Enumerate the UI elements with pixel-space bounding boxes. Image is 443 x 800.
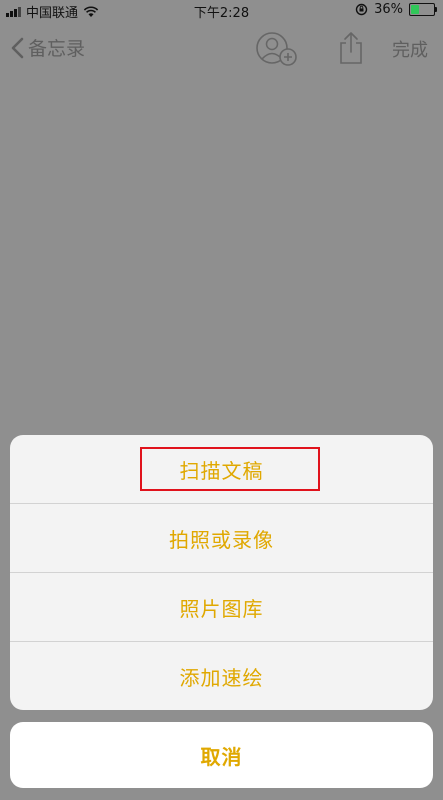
photo-library-option[interactable]: 照片图库 bbox=[10, 572, 433, 641]
status-bar: 中国联通 下午2:28 36% bbox=[0, 0, 443, 21]
battery-percent: 36% bbox=[374, 2, 403, 17]
nav-bar: 备忘录 完成 bbox=[0, 22, 443, 74]
highlight-box bbox=[140, 447, 320, 491]
done-button[interactable]: 完成 bbox=[392, 36, 428, 62]
action-sheet: 扫描文稿 拍照或录像 照片图库 添加速绘 bbox=[10, 435, 433, 710]
battery-icon bbox=[409, 3, 437, 16]
take-photo-video-option[interactable]: 拍照或录像 bbox=[10, 503, 433, 572]
cancel-button[interactable]: 取消 bbox=[10, 722, 433, 788]
photo-library-label: 照片图库 bbox=[179, 596, 264, 621]
chevron-left-icon bbox=[11, 37, 24, 58]
orientation-lock-icon bbox=[355, 3, 368, 16]
add-sketch-label: 添加速绘 bbox=[179, 665, 264, 690]
back-button[interactable]: 备忘录 bbox=[10, 34, 85, 61]
cancel-label: 取消 bbox=[200, 744, 243, 769]
share-icon bbox=[340, 32, 362, 64]
status-right: 36% bbox=[355, 2, 437, 17]
share-button[interactable] bbox=[338, 30, 364, 70]
take-photo-video-label: 拍照或录像 bbox=[169, 527, 274, 552]
add-sketch-option[interactable]: 添加速绘 bbox=[10, 641, 433, 710]
add-person-button[interactable] bbox=[254, 30, 300, 74]
person-add-icon bbox=[256, 32, 297, 66]
back-label: 备忘录 bbox=[28, 38, 86, 60]
scan-document-option[interactable]: 扫描文稿 bbox=[10, 435, 433, 503]
